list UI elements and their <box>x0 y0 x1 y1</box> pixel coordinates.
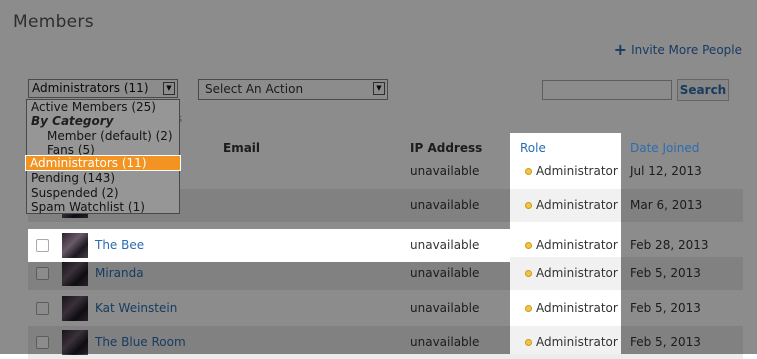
avatar <box>62 330 88 355</box>
dropdown-option[interactable]: Spam Watchlist (1) <box>27 200 179 214</box>
role-text: Administrator <box>536 266 618 280</box>
ip-cell: unavailable <box>410 164 480 178</box>
action-select-value: Select An Action <box>205 82 304 96</box>
page-title: Members <box>13 12 94 32</box>
avatar <box>62 296 88 321</box>
role-column-highlight: Role Administrator Administrator Administr… <box>510 133 621 354</box>
row-checkbox[interactable] <box>36 336 49 349</box>
ip-cell: unavailable <box>410 301 480 315</box>
member-name[interactable]: Kat Weinstein <box>95 292 177 325</box>
date-cell: Jul 12, 2013 <box>630 164 702 178</box>
role-cell: Administrator <box>510 326 621 354</box>
dropdown-option[interactable]: Member (default) (2) <box>27 129 179 143</box>
role-dot-icon <box>525 242 532 249</box>
row-checkbox[interactable] <box>36 302 49 315</box>
category-filter-value: Administrators (11) <box>32 81 149 95</box>
invite-label: Invite More People <box>631 43 742 57</box>
chevron-down-icon: ▼ <box>373 82 385 95</box>
plus-icon: + <box>613 40 628 59</box>
search-input[interactable] <box>542 80 672 100</box>
role-text: Administrator <box>536 335 618 349</box>
role-dot-icon <box>525 202 532 209</box>
role-dot-icon <box>525 168 532 175</box>
dropdown-option-selected[interactable]: Administrators (11) <box>25 155 181 171</box>
date-cell: Feb 5, 2013 <box>630 335 701 349</box>
role-cell: Administrator <box>510 257 621 290</box>
ip-cell: unavailable <box>410 238 480 252</box>
column-header-ip: IP Address <box>410 141 483 155</box>
column-header-date[interactable]: Date Joined <box>630 141 699 155</box>
category-filter-select[interactable]: Administrators (11) ▼ <box>28 79 178 98</box>
row-checkbox[interactable] <box>36 239 49 252</box>
dropdown-option[interactable]: Suspended (2) <box>27 186 179 200</box>
dropdown-option[interactable]: Active Members (25) <box>27 100 179 114</box>
role-text: Administrator <box>536 301 618 315</box>
role-dot-icon <box>525 270 532 277</box>
dropdown-group-label: By Category <box>31 114 114 129</box>
highlighted-row[interactable]: The Bee unavailable <box>28 229 510 262</box>
action-select[interactable]: Select An Action ▼ <box>198 79 388 100</box>
role-cell: Administrator <box>510 189 621 222</box>
avatar <box>62 233 88 258</box>
role-text: Administrator <box>536 238 618 252</box>
member-name[interactable]: The Blue Room <box>95 326 186 359</box>
table-row[interactable]: The Blue Room unavailable Administrator Feb… <box>28 326 743 359</box>
date-cell: Feb 5, 2013 <box>630 266 701 280</box>
role-cell: Administrator <box>510 155 621 188</box>
invite-more-people-link[interactable]: + Invite More People <box>613 40 742 59</box>
role-text: Administrator <box>536 198 618 212</box>
ip-cell: unavailable <box>410 335 480 349</box>
role-dot-icon <box>525 339 532 346</box>
date-cell: Mar 6, 2013 <box>630 198 703 212</box>
avatar <box>62 261 88 286</box>
column-header-email[interactable]: Email <box>223 141 260 155</box>
role-dot-icon <box>525 305 532 312</box>
column-header-role[interactable]: Role <box>520 141 546 155</box>
role-cell: Administrator <box>510 292 621 325</box>
member-name[interactable]: The Bee <box>95 229 144 262</box>
chevron-down-icon: ▼ <box>163 82 175 95</box>
role-text: Administrator <box>536 164 618 178</box>
row-checkbox[interactable] <box>36 267 49 280</box>
ip-cell: unavailable <box>410 198 480 212</box>
dropdown-option[interactable]: Pending (143) <box>27 171 179 185</box>
table-row[interactable]: Kat Weinstein unavailable Administrator Feb… <box>28 292 743 325</box>
search-button[interactable]: Search <box>677 79 729 101</box>
date-cell: Feb 5, 2013 <box>630 301 701 315</box>
